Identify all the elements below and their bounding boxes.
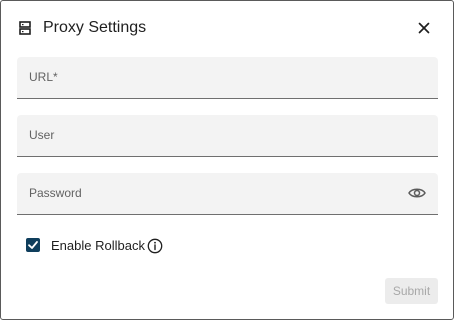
password-field[interactable]: Password [17, 173, 438, 215]
password-field-label: Password [29, 186, 82, 200]
enable-rollback-checkbox[interactable] [26, 238, 40, 252]
proxy-settings-dialog: Proxy Settings URL* User Password Enable… [0, 0, 454, 320]
user-field[interactable]: User [17, 115, 438, 157]
submit-button[interactable]: Submit [385, 278, 438, 304]
checkmark-icon [28, 241, 38, 249]
user-field-label: User [29, 128, 55, 142]
url-field[interactable]: URL* [17, 57, 438, 99]
eye-icon[interactable] [408, 185, 426, 201]
url-field-label: URL* [29, 70, 58, 84]
dialog-title: Proxy Settings [43, 19, 147, 36]
enable-rollback-label[interactable]: Enable Rollback [51, 238, 145, 254]
close-icon[interactable] [415, 19, 433, 37]
dialog-header: Proxy Settings [1, 1, 453, 55]
info-icon[interactable] [147, 238, 163, 254]
server-icon [19, 21, 31, 35]
